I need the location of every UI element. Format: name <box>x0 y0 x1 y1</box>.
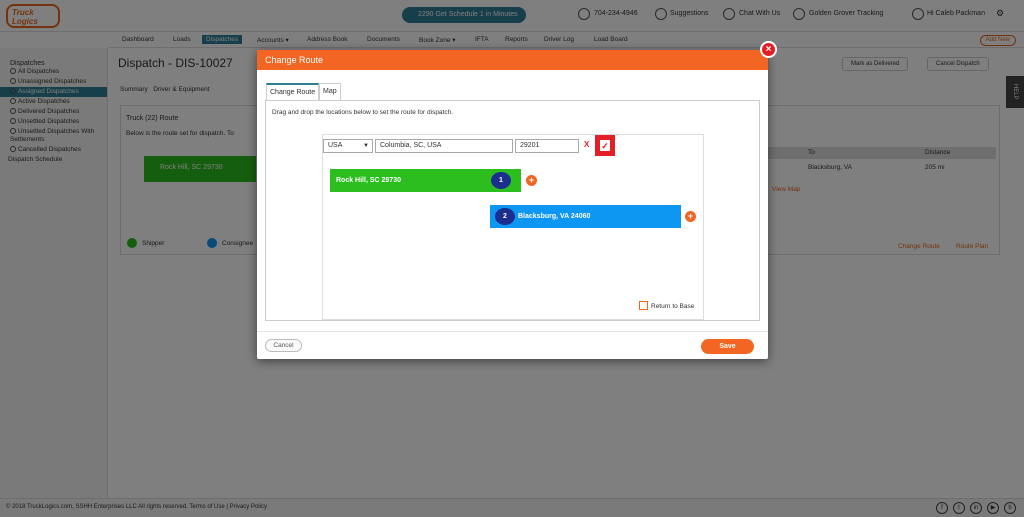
stop-number-badge: 1 <box>491 172 511 189</box>
location-input[interactable]: Columbia, SC, USA <box>375 139 513 153</box>
footer-divider <box>257 331 768 332</box>
instructions-text: Drag and drop the locations below to set… <box>272 109 454 116</box>
checkmark-icon: ✓ <box>599 139 611 152</box>
zip-input[interactable]: 29201 <box>515 139 579 153</box>
route-stop-1[interactable]: Rock Hill, SC 29730 1 <box>330 169 521 192</box>
return-to-base-option[interactable]: Return to Base <box>639 301 694 310</box>
stop-label: Rock Hill, SC 29730 <box>336 177 401 184</box>
add-stop-after-1-button[interactable]: + <box>526 175 537 186</box>
tab-map[interactable]: Map <box>319 83 341 100</box>
country-select[interactable]: USA ▼ <box>323 139 373 153</box>
return-to-base-label: Return to Base <box>651 303 695 310</box>
change-route-panel: Drag and drop the locations below to set… <box>265 101 760 321</box>
stop-label: Blacksburg, VA 24060 <box>518 213 591 220</box>
route-stop-2[interactable]: 2 Blacksburg, VA 24060 <box>490 205 681 228</box>
save-button[interactable]: Save <box>701 339 754 354</box>
change-route-modal: Change Route × Change Route Map Drag and… <box>257 41 777 359</box>
tab-change-route[interactable]: Change Route <box>266 83 320 101</box>
cancel-button[interactable]: Cancel <box>265 339 302 352</box>
caret-down-icon: ▼ <box>363 143 369 149</box>
confirm-location-button[interactable]: ✓ <box>595 135 615 156</box>
close-icon[interactable]: × <box>760 41 777 58</box>
modal-title: Change Route <box>257 50 768 70</box>
return-to-base-checkbox[interactable] <box>639 301 648 310</box>
add-stop-after-2-button[interactable]: + <box>685 211 696 222</box>
clear-location-icon[interactable]: X <box>584 140 589 149</box>
stop-number-badge: 2 <box>495 208 515 225</box>
country-value: USA <box>328 142 343 149</box>
route-drop-area[interactable]: USA ▼ Columbia, SC, USA 29201 X ✓ Rock H… <box>322 134 704 320</box>
